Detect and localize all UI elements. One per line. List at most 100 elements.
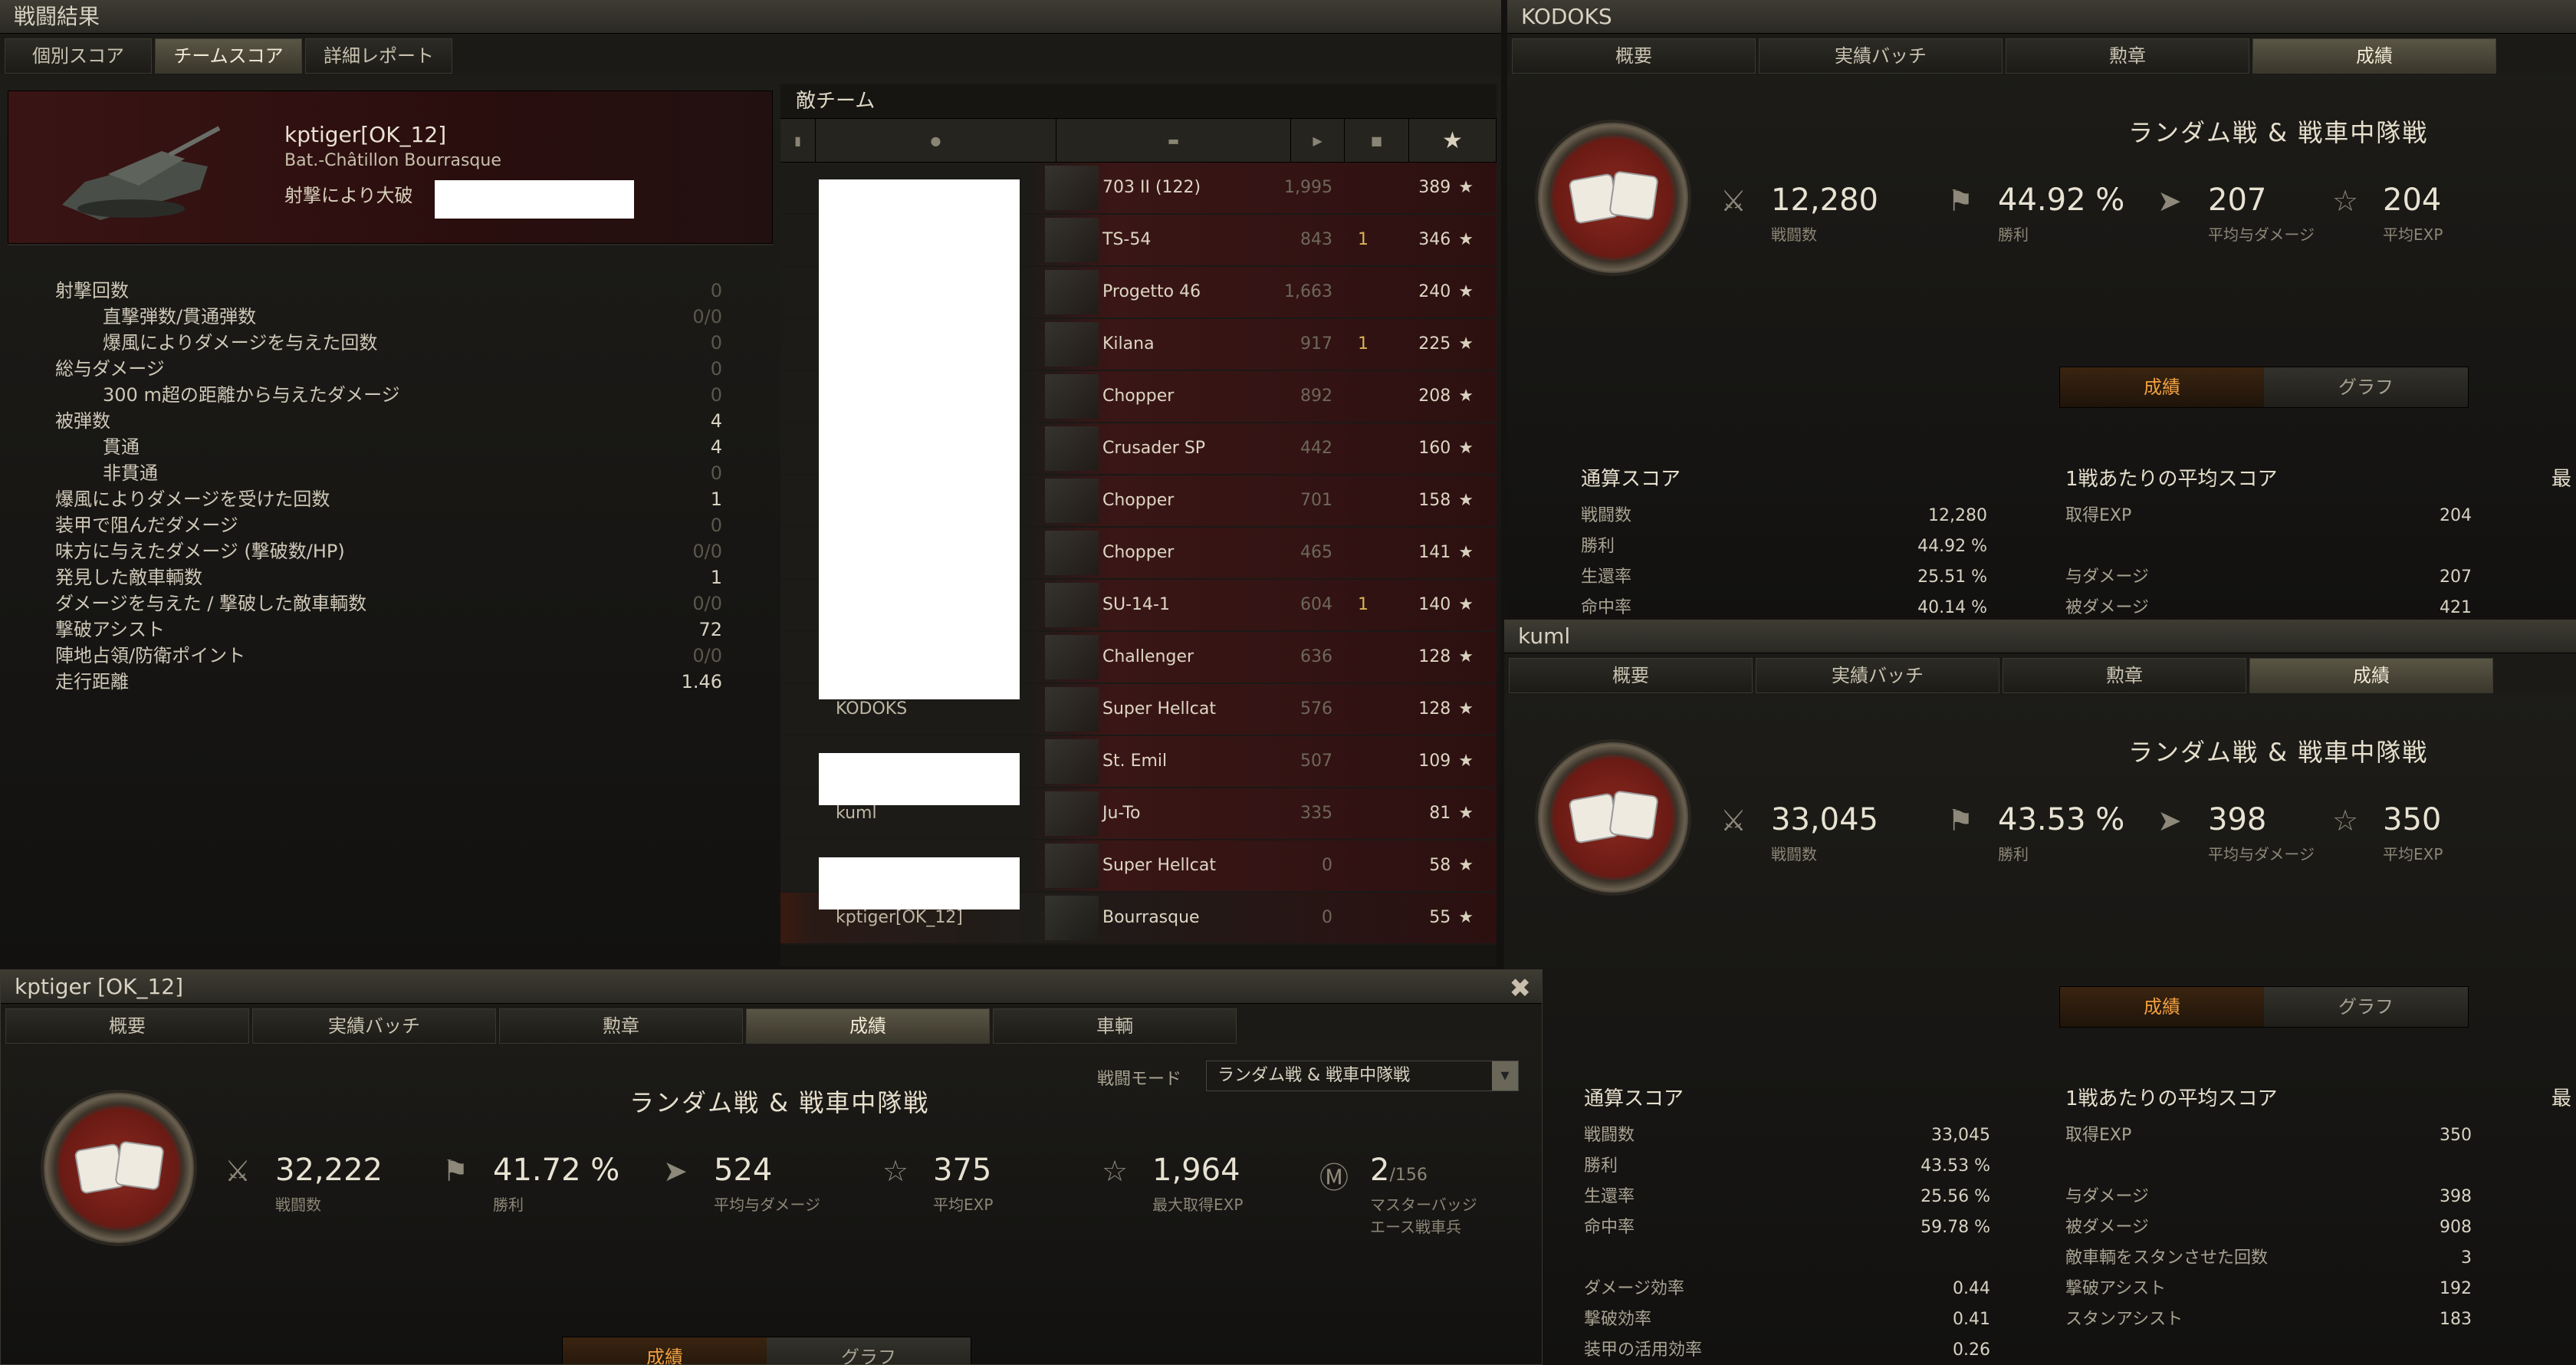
xp-value: 81 bbox=[1386, 788, 1474, 839]
tab-records[interactable]: 成績 bbox=[2252, 38, 2496, 74]
tab-medals[interactable]: 勲章 bbox=[499, 1008, 743, 1044]
damage-value: 843 bbox=[1300, 230, 1332, 249]
tab-vehicles[interactable]: 車輌 bbox=[993, 1008, 1237, 1044]
damage-col-icon[interactable]: ▶ bbox=[1291, 119, 1345, 162]
score-label: 勝利 bbox=[1581, 537, 1615, 556]
stat-row: 被弾数 4 bbox=[55, 408, 722, 434]
avg-xp-stat: ☆ 204 平均EXP bbox=[2332, 183, 2443, 244]
stat-value: 4 bbox=[710, 436, 722, 458]
tank-name: Chopper bbox=[1102, 543, 1175, 562]
score-row: 撃破アシスト 192 bbox=[2065, 1274, 2472, 1304]
stat-value: 0/0 bbox=[692, 306, 722, 327]
tab-records[interactable]: 成績 bbox=[746, 1008, 990, 1044]
score-value: 908 bbox=[2440, 1218, 2472, 1237]
score-value: 350 bbox=[2440, 1126, 2472, 1145]
avg-xp-stat: ☆ 350 平均EXP bbox=[2332, 802, 2443, 863]
xp-value: 128 bbox=[1386, 632, 1474, 682]
stat-row: 陣地占領/防衛ポイント 0/0 bbox=[55, 643, 722, 669]
xp-value: 158 bbox=[1386, 475, 1474, 526]
tank-name: Bat.-Châtillon Bourrasque bbox=[284, 151, 501, 170]
score-row: 戦闘数 12,280 bbox=[1581, 501, 1987, 531]
xp-col-star-icon[interactable]: ★ bbox=[1409, 119, 1497, 162]
window-title: KODOKS bbox=[1507, 0, 2576, 34]
tank-icon bbox=[62, 126, 221, 220]
max-xp-stat: ☆ 1,964 最大取得EXP bbox=[1102, 1153, 1244, 1214]
stat-value: 0/0 bbox=[692, 541, 722, 562]
stat-row: 貫通 4 bbox=[55, 434, 722, 460]
stat-label: 装甲で阻んだダメージ bbox=[55, 515, 238, 536]
tank-col-icon[interactable]: ▬ bbox=[1056, 119, 1291, 162]
xp-value: 208 bbox=[1386, 371, 1474, 422]
star-outline-icon: ☆ bbox=[882, 1154, 909, 1188]
score-row bbox=[2065, 531, 2472, 562]
profile-tabs: 概要 実績バッチ 勲章 成績 車輌 bbox=[1, 1004, 1542, 1045]
graph-toggle[interactable]: グラフ bbox=[2264, 367, 2468, 407]
score-label: ダメージ効率 bbox=[1584, 1279, 1684, 1298]
records-toggle[interactable]: 成績 bbox=[563, 1337, 767, 1364]
damage-value: 335 bbox=[1300, 804, 1332, 823]
tab-personal-score[interactable]: 個別スコア bbox=[5, 38, 152, 74]
xp-value: 160 bbox=[1386, 423, 1474, 474]
kills-col-icon[interactable]: ■ bbox=[1345, 119, 1409, 162]
damage-value: 507 bbox=[1300, 752, 1332, 771]
records-toggle[interactable]: 成績 bbox=[2060, 987, 2264, 1027]
tab-achievements[interactable]: 実績バッチ bbox=[1759, 38, 2003, 74]
random-battle-medal-icon bbox=[44, 1093, 194, 1243]
tab-team-score[interactable]: チームスコア bbox=[155, 38, 302, 74]
stat-row: 装甲で阻んだダメージ 0 bbox=[55, 512, 722, 538]
stat-value: 0 bbox=[710, 515, 722, 536]
player-col-icon[interactable]: ● bbox=[816, 119, 1056, 162]
window-title: kptiger [OK_12] bbox=[1, 970, 1542, 1004]
records-toggle[interactable]: 成績 bbox=[2060, 367, 2264, 407]
tab-medals[interactable]: 勲章 bbox=[2006, 38, 2249, 74]
stat-row: 味方に与えたダメージ (撃破数/HP) 0/0 bbox=[55, 538, 722, 564]
xp-value: 389 bbox=[1386, 163, 1474, 213]
tab-detailed-report[interactable]: 詳細レポート bbox=[305, 38, 452, 74]
platoon-col-icon[interactable]: ▮ bbox=[780, 119, 816, 162]
close-icon[interactable]: ✖ bbox=[1510, 973, 1532, 1004]
total-score-section: 通算スコア 戦闘数 33,045 勝利 43.53 % 生還率 25.56 % 命中率 59.7… bbox=[1584, 1083, 1990, 1365]
score-row: 命中率 59.78 % bbox=[1584, 1212, 1990, 1243]
battles-stat: ⚔ 32,222 戦闘数 bbox=[225, 1153, 383, 1214]
tank-icon bbox=[1045, 166, 1099, 210]
stat-value: 0 bbox=[710, 462, 722, 484]
graph-toggle[interactable]: グラフ bbox=[2264, 987, 2468, 1027]
kptiger-profile-window: kptiger [OK_12] ✖ 概要 実績バッチ 勲章 成績 車輌 戦闘モー… bbox=[0, 969, 1543, 1365]
score-row: 敵車輌をスタンさせた回数 3 bbox=[2065, 1243, 2472, 1274]
tab-overview[interactable]: 概要 bbox=[1512, 38, 1756, 74]
stat-row: 爆風によりダメージを受けた回数 1 bbox=[55, 486, 722, 512]
score-value: 40.14 % bbox=[1917, 598, 1987, 617]
battle-mode-select[interactable]: ランダム戦 & 戦車中隊戦 bbox=[1206, 1061, 1519, 1091]
average-score-section: 1戦あたりの平均スコア 取得EXP 204 与ダメージ 207 被ダメージ 421 bbox=[2065, 463, 2472, 618]
score-value: 12,280 bbox=[1928, 506, 1987, 525]
graph-toggle[interactable]: グラフ bbox=[767, 1337, 971, 1364]
stat-value: 0 bbox=[710, 332, 722, 354]
tank-icon bbox=[1045, 896, 1099, 940]
shell-icon: ➤ bbox=[2157, 184, 2182, 218]
stat-row: 非貫通 0 bbox=[55, 460, 722, 486]
stat-row: 撃破アシスト 72 bbox=[55, 617, 722, 643]
section-header: 1戦あたりの平均スコア bbox=[2065, 1087, 2278, 1110]
stat-label: 撃破アシスト bbox=[55, 619, 166, 640]
mode-title: ランダム戦 & 戦車中隊戦 bbox=[629, 1088, 930, 1117]
window-title: 戦闘結果 bbox=[0, 0, 1501, 34]
xp-value: 58 bbox=[1386, 840, 1474, 891]
average-score-section: 1戦あたりの平均スコア 取得EXP 350 与ダメージ 398 被ダメージ 908 敵車輌をス… bbox=[2065, 1083, 2472, 1335]
score-label: 与ダメージ bbox=[2065, 567, 2149, 587]
tab-overview[interactable]: 概要 bbox=[5, 1008, 249, 1044]
tank-icon bbox=[1045, 218, 1099, 262]
stat-value: 72 bbox=[698, 619, 722, 640]
battle-tabs: 個別スコア チームスコア 詳細レポート bbox=[0, 34, 1501, 75]
tab-overview[interactable]: 概要 bbox=[1509, 658, 1753, 693]
stat-label: 非貫通 bbox=[103, 462, 158, 484]
tab-records[interactable]: 成績 bbox=[2249, 658, 2493, 693]
score-row: 撃破効率 0.41 bbox=[1584, 1304, 1990, 1335]
score-label: スタンアシスト bbox=[2065, 1310, 2183, 1329]
score-value: 183 bbox=[2440, 1310, 2472, 1329]
star-icon: ☆ bbox=[1102, 1154, 1129, 1188]
score-value: 421 bbox=[2440, 598, 2472, 617]
score-row: 勝利 43.53 % bbox=[1584, 1151, 1990, 1182]
tab-achievements[interactable]: 実績バッチ bbox=[252, 1008, 496, 1044]
tab-achievements[interactable]: 実績バッチ bbox=[1756, 658, 1999, 693]
tab-medals[interactable]: 勲章 bbox=[2003, 658, 2246, 693]
